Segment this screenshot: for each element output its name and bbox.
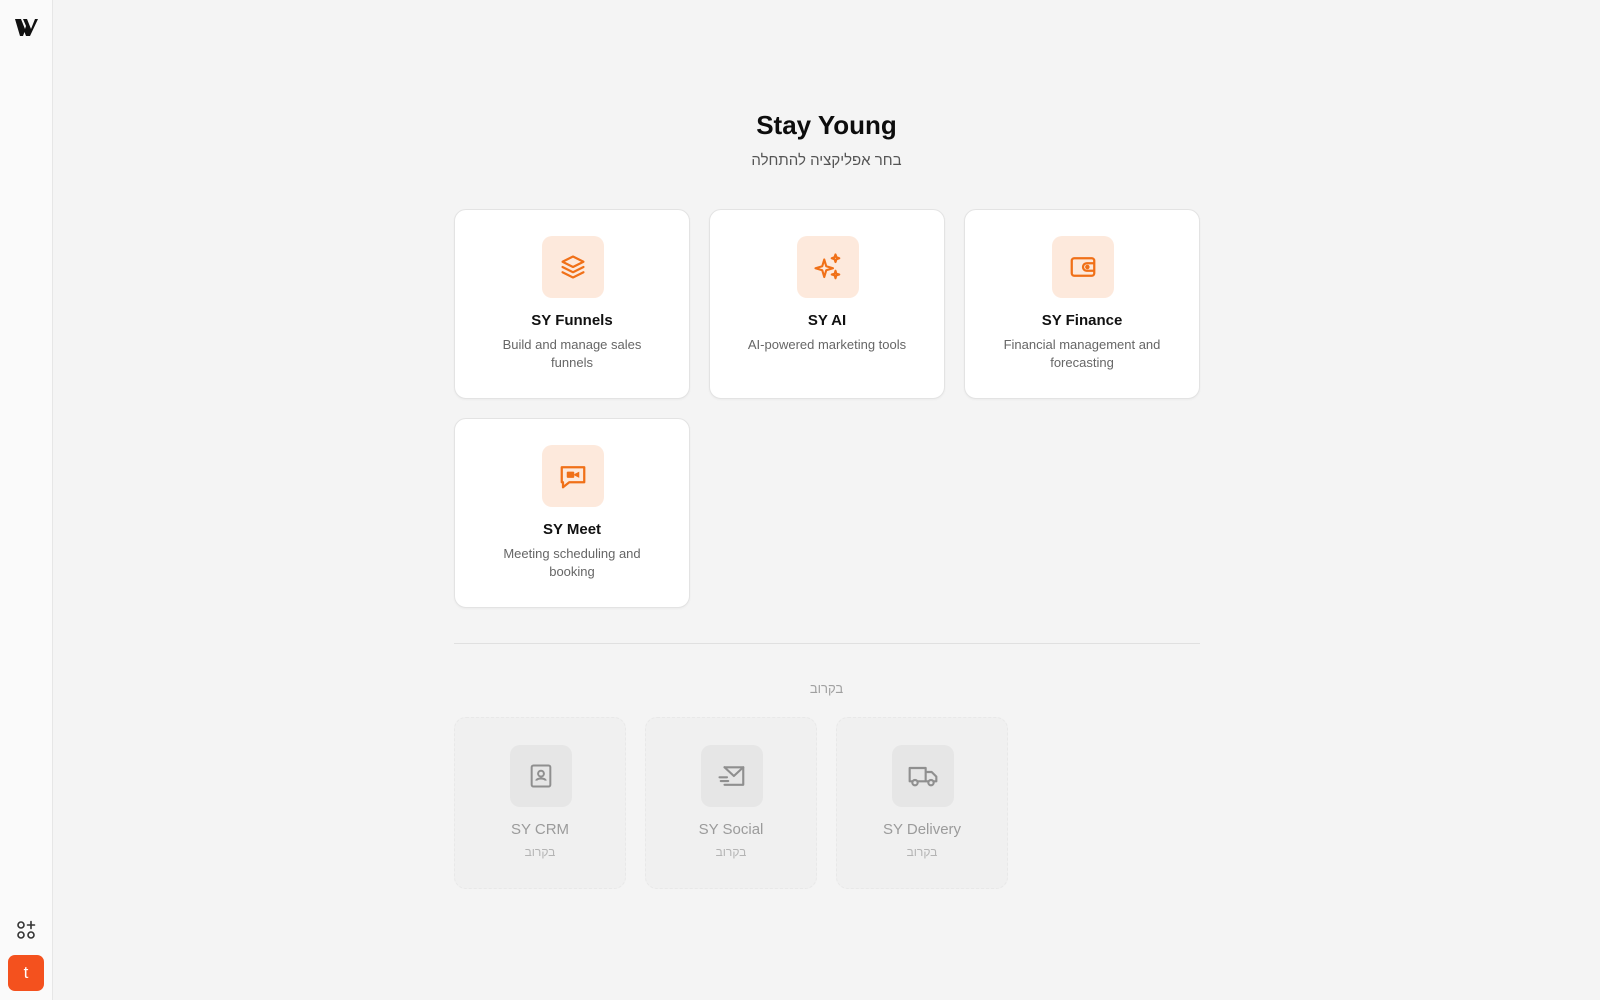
page-subtitle: בחר אפליקציה להתחלה bbox=[751, 152, 902, 169]
app-name: SY Finance bbox=[1041, 312, 1123, 329]
coming-soon-name: SY Social bbox=[698, 821, 764, 838]
coming-soon-card-delivery: SY Delivery בקרוב bbox=[836, 717, 1008, 889]
section-divider bbox=[454, 643, 1200, 644]
coming-soon-tag: בקרוב bbox=[906, 845, 938, 859]
app-card-funnels[interactable]: SY Funnels Build and manage sales funnel… bbox=[454, 209, 690, 399]
wallet-icon bbox=[1052, 236, 1114, 298]
sparkles-icon bbox=[797, 236, 859, 298]
coming-soon-tag: בקרוב bbox=[715, 845, 747, 859]
coming-soon-name: SY CRM bbox=[510, 821, 570, 838]
app-card-finance[interactable]: SY Finance Financial management and fore… bbox=[964, 209, 1200, 399]
app-card-meet[interactable]: SY Meet Meeting scheduling and booking bbox=[454, 418, 690, 608]
video-chat-icon bbox=[542, 445, 604, 507]
app-description: AI-powered marketing tools bbox=[747, 337, 907, 352]
app-name: SY Meet bbox=[542, 521, 602, 538]
coming-soon-tag: בקרוב bbox=[524, 845, 556, 859]
app-description: Meeting scheduling and booking bbox=[503, 546, 641, 579]
sidebar: t bbox=[0, 0, 53, 1000]
app-card-ai[interactable]: SY AI AI-powered marketing tools bbox=[709, 209, 945, 399]
app-description: Build and manage sales funnels bbox=[502, 337, 642, 370]
send-mail-icon bbox=[701, 745, 763, 807]
truck-icon bbox=[892, 745, 954, 807]
app-name: SY Funnels bbox=[531, 312, 613, 329]
apps-add-icon[interactable] bbox=[14, 918, 38, 942]
page-title: Stay Young bbox=[756, 110, 897, 140]
user-avatar[interactable]: t bbox=[8, 955, 44, 991]
coming-soon-card-crm: SY CRM בקרוב bbox=[454, 717, 626, 889]
app-name: SY AI bbox=[807, 312, 847, 329]
contact-book-icon bbox=[510, 745, 572, 807]
main-content: Stay Young בחר אפליקציה להתחלה SY Funnel… bbox=[53, 0, 1600, 1000]
coming-soon-card-social: SY Social בקרוב bbox=[645, 717, 817, 889]
brand-logo-icon[interactable] bbox=[12, 14, 40, 40]
app-description: Financial management and forecasting bbox=[1003, 337, 1161, 370]
coming-soon-heading: בקרוב bbox=[809, 681, 844, 696]
layers-icon bbox=[542, 236, 604, 298]
coming-soon-name: SY Delivery bbox=[882, 821, 962, 838]
